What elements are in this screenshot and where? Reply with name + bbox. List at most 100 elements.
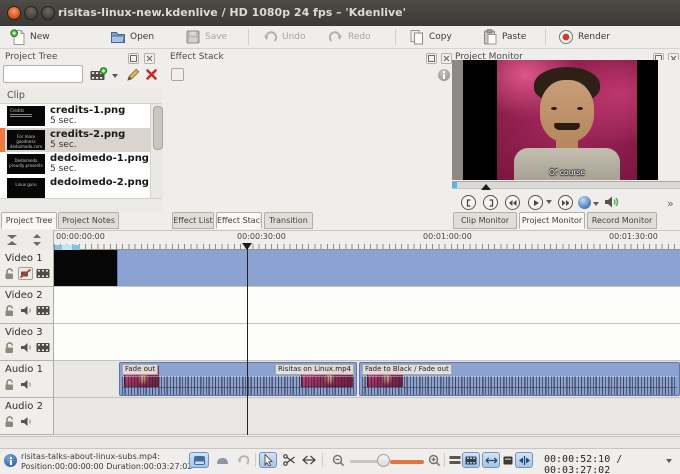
toolbar-overflow-button[interactable]: » [667, 197, 674, 210]
track-header-audio2[interactable]: Audio 2 [0, 398, 54, 435]
disabled-undo-zone-icon[interactable] [234, 452, 250, 468]
new-button[interactable]: New [10, 28, 50, 46]
track-audio2-row[interactable] [54, 398, 680, 435]
rewind-button[interactable] [505, 195, 520, 210]
play-button[interactable] [528, 195, 543, 210]
playhead-handle[interactable] [242, 243, 252, 250]
spacer-tool-button[interactable] [300, 452, 318, 468]
open-button[interactable]: Open [110, 28, 154, 46]
zone-end-button[interactable] [483, 195, 498, 210]
timeline-horizontal-scrollbar[interactable] [0, 436, 680, 448]
track-audio1-row[interactable]: Fade out Risitas on Linux.mp4 Fade to Bl… [54, 361, 680, 398]
list-item-credits-2[interactable]: For more goodness dedoimedo.com credits-… [0, 128, 150, 152]
video-thumbnails-icon[interactable] [36, 304, 50, 317]
track-video3-row[interactable] [54, 324, 680, 361]
tab-transition[interactable]: Transition [264, 212, 313, 229]
delete-clip-button[interactable] [145, 68, 158, 81]
effect-enable-checkbox[interactable] [171, 68, 184, 81]
list-item-dedoimedo-1[interactable]: Dedoimedo proudly presents dedoimedo-1.p… [0, 152, 150, 176]
audio-thumbnails-toggle[interactable] [482, 452, 500, 468]
tab-record-monitor[interactable]: Record Monitor [587, 212, 657, 229]
effect-stack-close-button[interactable] [441, 53, 452, 64]
project-tree-float-button[interactable] [128, 53, 139, 64]
video-thumbnails-toggle[interactable] [462, 452, 480, 468]
render-button[interactable]: Render [558, 28, 610, 46]
zoom-slider-track[interactable] [350, 460, 378, 463]
clip-video-main[interactable] [117, 250, 680, 286]
lock-icon[interactable] [3, 415, 17, 428]
track-header-audio1[interactable]: Audio 1 [0, 361, 54, 398]
tab-effect-list[interactable]: Effect List [172, 212, 214, 229]
effect-stack-float-button[interactable] [426, 53, 437, 64]
mute-track-icon[interactable] [20, 378, 34, 391]
tab-project-monitor[interactable]: Project Monitor [519, 212, 585, 229]
zone-start-button[interactable] [461, 195, 476, 210]
split-audio-video-toggle[interactable] [189, 452, 209, 468]
list-item-credits-1[interactable]: Credits credits-1.png 5 sec. [0, 104, 150, 128]
tab-effect-stack[interactable]: Effect Stack [216, 212, 262, 229]
mute-track-icon[interactable] [20, 304, 34, 317]
undo-button[interactable]: Undo [262, 28, 306, 46]
zoom-in-button[interactable] [426, 452, 442, 468]
track-video1-row[interactable] [54, 250, 680, 287]
clip-audio-main[interactable]: Fade out Risitas on Linux.mp4 [119, 362, 357, 396]
clip-list-vertical-scrollbar[interactable] [150, 104, 163, 198]
seek-position-marker[interactable] [481, 184, 491, 190]
clip-audio-tail[interactable]: Fade to Black / Fade out [359, 362, 680, 396]
track-header-video2[interactable]: Video 2 [0, 287, 54, 324]
mute-track-icon[interactable] [20, 415, 34, 428]
scrollbar-thumb[interactable] [153, 106, 163, 150]
timecode-dropdown[interactable] [666, 459, 672, 463]
effect-info-button[interactable] [438, 69, 450, 81]
monitor-video-canvas[interactable]: Of course [452, 60, 680, 180]
marker-comments-icon[interactable] [502, 452, 514, 468]
audio-mix-icon[interactable] [214, 452, 230, 468]
clip-black-title[interactable] [54, 250, 117, 286]
window-close-button[interactable] [7, 6, 21, 20]
expand-tracks-icon[interactable] [30, 234, 44, 246]
mute-track-icon[interactable] [20, 341, 34, 354]
volume-button[interactable] [604, 195, 620, 209]
copy-button[interactable]: Copy [409, 28, 452, 46]
track-video2-row[interactable] [54, 287, 680, 324]
forward-button[interactable] [558, 195, 573, 210]
monitor-config-button[interactable] [578, 196, 591, 209]
tab-project-notes[interactable]: Project Notes [58, 212, 119, 229]
collapse-tracks-icon[interactable] [5, 234, 19, 246]
add-clip-button[interactable] [90, 67, 108, 83]
track-height-toggle[interactable] [448, 452, 462, 468]
video-thumbnails-icon[interactable] [36, 267, 50, 280]
razor-tool-button[interactable] [280, 452, 298, 468]
paste-button[interactable]: Paste [482, 28, 526, 46]
clip-search-input[interactable] [3, 65, 83, 83]
zoom-slider-handle[interactable] [377, 454, 390, 467]
save-button[interactable]: Save [185, 28, 227, 46]
tab-project-tree[interactable]: Project Tree [1, 212, 57, 229]
hide-video-toggle[interactable] [18, 267, 33, 280]
timecode-display[interactable]: 00:00:52:10 / 00:03:27:02 [544, 454, 680, 474]
snap-toggle[interactable] [515, 452, 533, 468]
lock-icon[interactable] [3, 341, 17, 354]
zoom-out-button[interactable] [330, 452, 346, 468]
play-options-dropdown[interactable] [546, 200, 552, 204]
playhead-line[interactable] [247, 244, 248, 435]
clip-column-header[interactable]: Clip [0, 88, 162, 104]
edit-clip-button[interactable] [126, 67, 141, 82]
redo-button[interactable]: Redo [328, 28, 371, 46]
video-thumbnails-icon[interactable] [36, 341, 50, 354]
list-item-dedoimedo-2[interactable]: Linux guru dedoimedo-2.png [0, 176, 150, 198]
titlebar[interactable]: risitas-linux-new.kdenlive / HD 1080p 24… [0, 0, 680, 27]
window-maximize-button[interactable] [41, 6, 55, 20]
track-header-video3[interactable]: Video 3 [0, 324, 54, 361]
lock-icon[interactable] [3, 267, 17, 280]
select-tool-button[interactable] [259, 452, 277, 468]
track-header-video1[interactable]: Video 1 [0, 250, 54, 287]
window-minimize-button[interactable] [24, 6, 38, 20]
lock-icon[interactable] [3, 304, 17, 317]
lock-icon[interactable] [3, 378, 17, 391]
monitor-config-dropdown[interactable] [593, 202, 599, 206]
add-clip-dropdown[interactable] [112, 74, 118, 78]
tab-clip-monitor[interactable]: Clip Monitor [453, 212, 517, 229]
clip-list-horizontal-scrollbar[interactable] [0, 198, 162, 212]
project-tree-close-button[interactable] [144, 53, 155, 64]
